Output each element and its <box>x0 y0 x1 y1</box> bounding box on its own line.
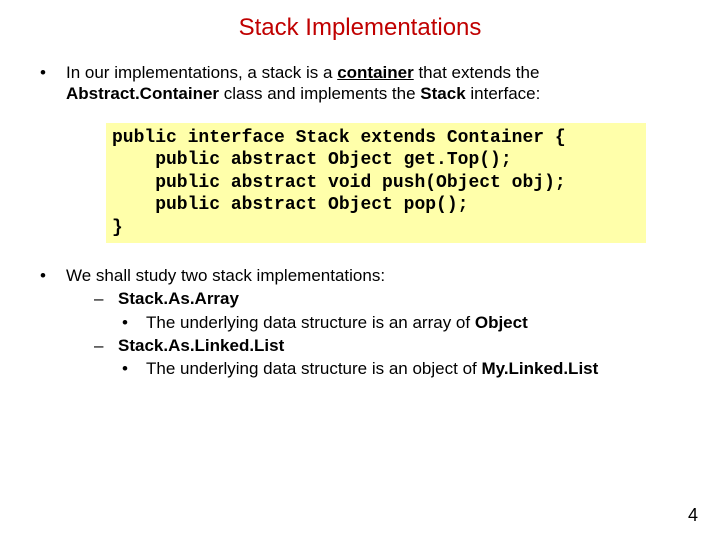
bullet-2-content: We shall study two stack implementations… <box>66 265 690 379</box>
text-bold: My.Linked.List <box>481 359 598 378</box>
list-item: • The underlying data structure is an ar… <box>122 312 690 333</box>
slide-body: • In our implementations, a stack is a c… <box>0 62 720 379</box>
slide: Stack Implementations • In our implement… <box>0 0 720 540</box>
text-bold: Abstract.Container <box>66 84 219 103</box>
list-item: – Stack.As.Array <box>94 288 690 309</box>
text: The underlying data structure is an arra… <box>146 313 475 332</box>
bullet-marker: • <box>40 62 66 105</box>
dash-marker: – <box>94 335 118 356</box>
bullet-marker: • <box>40 265 66 379</box>
text: The underlying data structure is an obje… <box>146 359 481 378</box>
code-block: public interface Stack extends Container… <box>106 123 646 244</box>
text: class and implements the <box>219 84 420 103</box>
disc-marker: • <box>122 312 146 333</box>
impl-name: Stack.As.Array <box>118 288 239 309</box>
disc-marker: • <box>122 358 146 379</box>
impl-desc: The underlying data structure is an arra… <box>146 312 528 333</box>
text: that extends the <box>414 63 540 82</box>
slide-title: Stack Implementations <box>0 0 720 62</box>
list-item: • The underlying data structure is an ob… <box>122 358 690 379</box>
bullet-1-text: In our implementations, a stack is a con… <box>66 62 690 105</box>
list-item: – Stack.As.Linked.List <box>94 335 690 356</box>
text: interface: <box>466 84 541 103</box>
bullet-2: • We shall study two stack implementatio… <box>40 265 690 379</box>
sublist: • The underlying data structure is an ob… <box>94 358 690 379</box>
impl-desc: The underlying data structure is an obje… <box>146 358 598 379</box>
page-number: 4 <box>688 505 698 526</box>
text: In our implementations, a stack is a <box>66 63 337 82</box>
impl-name: Stack.As.Linked.List <box>118 335 284 356</box>
bullet-1: • In our implementations, a stack is a c… <box>40 62 690 105</box>
text-bold: Stack <box>420 84 465 103</box>
sublist: • The underlying data structure is an ar… <box>94 312 690 333</box>
bullet-2-lead: We shall study two stack implementations… <box>66 265 690 286</box>
text-bold: Object <box>475 313 528 332</box>
dash-marker: – <box>94 288 118 309</box>
text-underlined: container <box>337 63 414 82</box>
sublist: – Stack.As.Array • The underlying data s… <box>66 288 690 379</box>
